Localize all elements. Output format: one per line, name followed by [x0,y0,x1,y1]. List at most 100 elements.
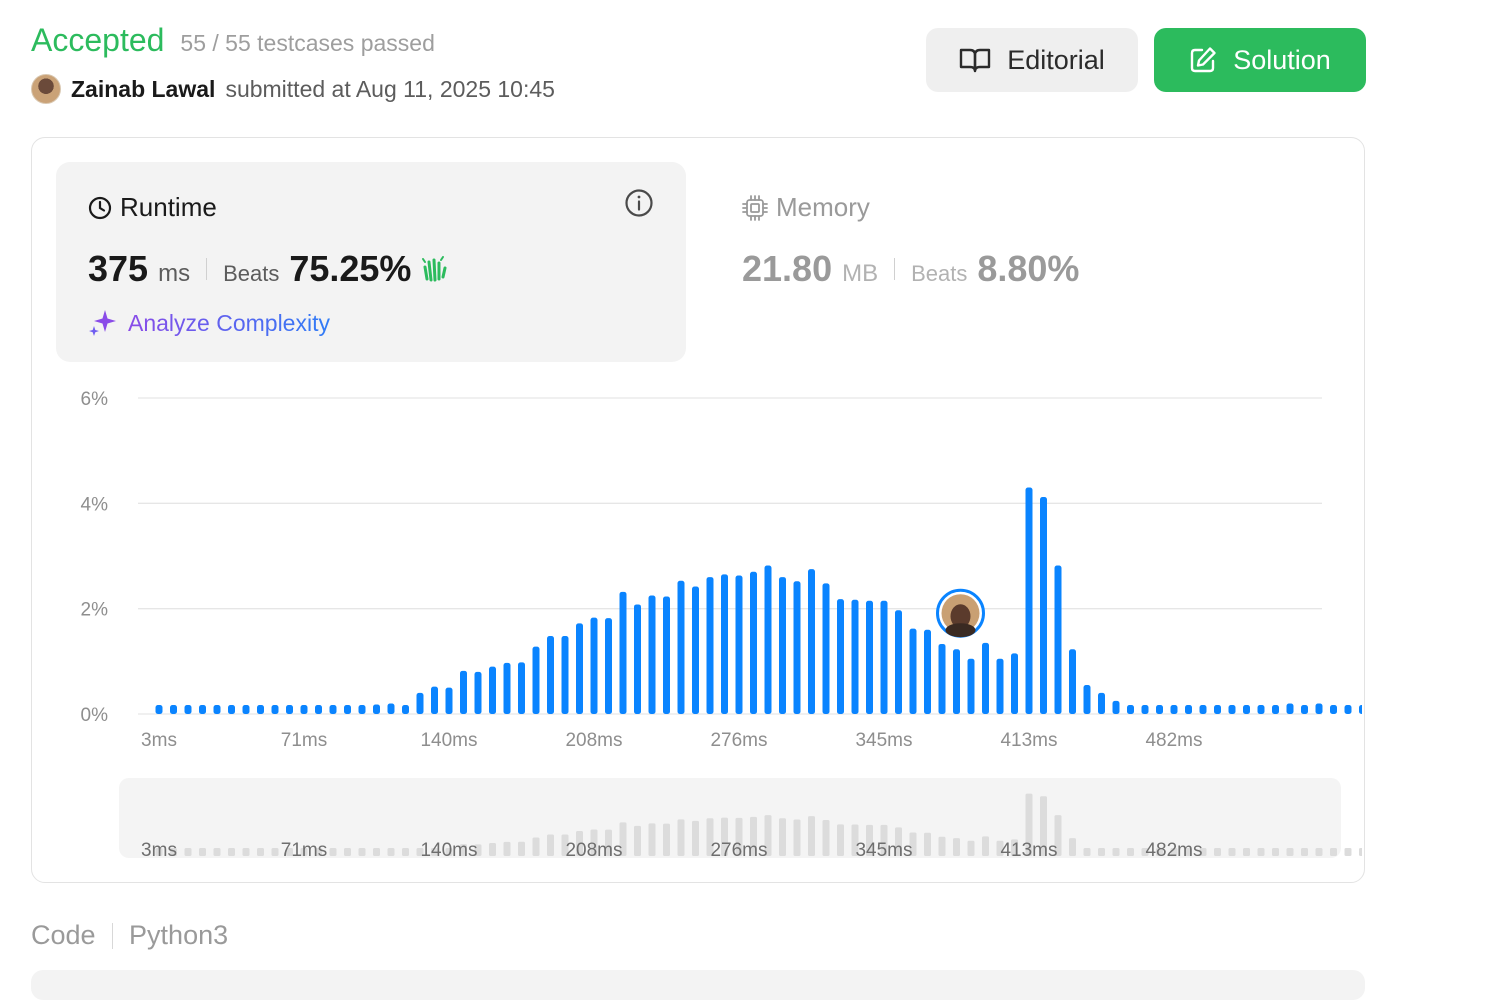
histogram-bar[interactable] [1286,703,1294,714]
histogram-bar[interactable] [1185,705,1192,714]
histogram-bar[interactable] [1315,703,1323,714]
histogram-bar[interactable] [271,705,279,714]
histogram-bar[interactable] [329,705,337,714]
histogram-bar[interactable] [1069,649,1076,714]
histogram-bar[interactable] [416,692,424,714]
histogram-bar[interactable] [242,705,250,714]
histogram-bar[interactable] [909,628,917,714]
histogram-bar[interactable] [924,629,931,714]
histogram-bar[interactable] [518,662,525,714]
info-icon[interactable] [624,188,654,218]
histogram-bar[interactable] [1301,705,1308,714]
histogram-bar[interactable] [155,705,163,714]
histogram-bar[interactable] [634,604,641,714]
histogram-bar[interactable] [1127,705,1134,714]
histogram-bar[interactable] [1243,705,1250,714]
histogram-bar[interactable] [822,583,830,714]
analyze-complexity-link[interactable]: Analyze Complexity [88,308,330,338]
histogram-bar[interactable] [1011,653,1018,714]
histogram-bar[interactable] [1199,705,1207,714]
histogram-bar[interactable] [170,705,177,714]
histogram-bar[interactable] [561,636,569,714]
histogram-bar[interactable] [184,705,192,714]
histogram-bar[interactable] [706,577,714,714]
histogram-bar[interactable] [619,591,627,714]
histogram-bar[interactable] [547,636,554,714]
histogram-bar[interactable] [503,662,511,714]
histogram-bar[interactable] [1141,705,1149,714]
histogram-bar[interactable] [300,705,308,714]
histogram-bar[interactable] [1112,700,1120,714]
histogram-bar[interactable] [866,600,873,714]
histogram-bar[interactable] [532,646,540,714]
histogram-bar[interactable] [967,658,975,714]
histogram-bar[interactable] [953,649,960,714]
histogram-bar[interactable] [402,705,409,714]
analyze-complexity-label: Analyze Complexity [128,309,330,336]
histogram-bar[interactable] [648,595,656,715]
histogram-bar[interactable] [764,565,772,714]
histogram-bar[interactable] [1330,705,1337,714]
runtime-panel[interactable]: Runtime 375 ms Beats 75.25% Analyze Comp… [56,162,686,362]
histogram-bar[interactable] [1228,705,1236,714]
your-submission-marker[interactable] [936,588,985,638]
histogram-bar[interactable] [373,704,380,714]
histogram-bar[interactable] [938,643,946,714]
histogram-bar[interactable] [460,670,467,714]
chart-grid: 0% 2% 4% 6% [81,389,1322,726]
histogram-bar[interactable] [663,596,670,714]
histogram-bar[interactable] [199,705,206,714]
histogram-bar[interactable] [286,705,293,714]
histogram-bar[interactable] [1344,705,1352,714]
histogram-bar[interactable] [1257,705,1265,714]
histogram-bar[interactable] [837,599,844,714]
histogram-bar[interactable] [228,705,235,714]
histogram-bar[interactable] [1025,487,1033,714]
histogram-bar[interactable] [1054,565,1062,714]
avatar[interactable] [31,74,61,104]
histogram-bar[interactable] [445,687,453,714]
histogram-bar[interactable] [1359,705,1362,714]
histogram-bar[interactable] [315,705,322,714]
histogram-bar[interactable] [1098,692,1105,714]
histogram-bar[interactable] [982,642,989,714]
histogram-bar[interactable] [213,705,221,714]
code-block[interactable] [31,970,1365,1000]
solution-button[interactable]: Solution [1154,28,1366,92]
histogram-bar[interactable] [1156,705,1163,714]
histogram-bar[interactable] [880,600,888,714]
histogram-bar[interactable] [793,581,801,714]
editorial-button[interactable]: Editorial [926,28,1138,92]
histogram-bar[interactable] [808,569,815,714]
histogram-bar[interactable] [1214,705,1221,714]
histogram-bar[interactable] [750,571,757,714]
memory-title: Memory [742,192,870,223]
histogram-bar[interactable] [692,586,699,714]
histogram-bar[interactable] [1272,705,1279,714]
histogram-bar[interactable] [489,666,496,714]
avatar-marker[interactable] [936,588,985,638]
histogram-bar[interactable] [358,705,366,714]
histogram-bar[interactable] [387,703,395,714]
histogram-bar[interactable] [851,599,859,714]
runtime-distribution-chart[interactable]: 0% 2% 4% 6% 3ms 71ms 140ms 208ms 276ms 345ms 413m… [32,378,1362,878]
histogram-bar[interactable] [431,686,438,714]
histogram-bar[interactable] [344,705,351,714]
histogram-bar[interactable] [257,705,264,714]
histogram-bar[interactable] [735,575,743,714]
histogram-bar[interactable] [721,574,728,714]
histogram-bar[interactable] [996,658,1004,714]
histogram-bar[interactable] [576,623,583,714]
memory-panel[interactable]: Memory 21.80 MB Beats 8.80% [710,162,1340,362]
histogram-bar[interactable] [779,577,786,714]
username-link[interactable]: Zainab Lawal [71,76,215,103]
histogram-bar[interactable] [677,580,685,714]
histogram-bar[interactable] [1083,685,1091,714]
histogram-bar[interactable] [605,618,612,714]
histogram-bar[interactable] [1170,705,1178,714]
histogram-bar[interactable] [590,617,598,714]
histogram-bar[interactable] [1040,497,1047,714]
histogram-bar[interactable] [895,610,902,714]
histogram-bar[interactable] [474,671,482,714]
range-selector[interactable]: 3ms 71ms 140ms 208ms 276ms 345ms 413ms 482ms [119,778,1362,861]
